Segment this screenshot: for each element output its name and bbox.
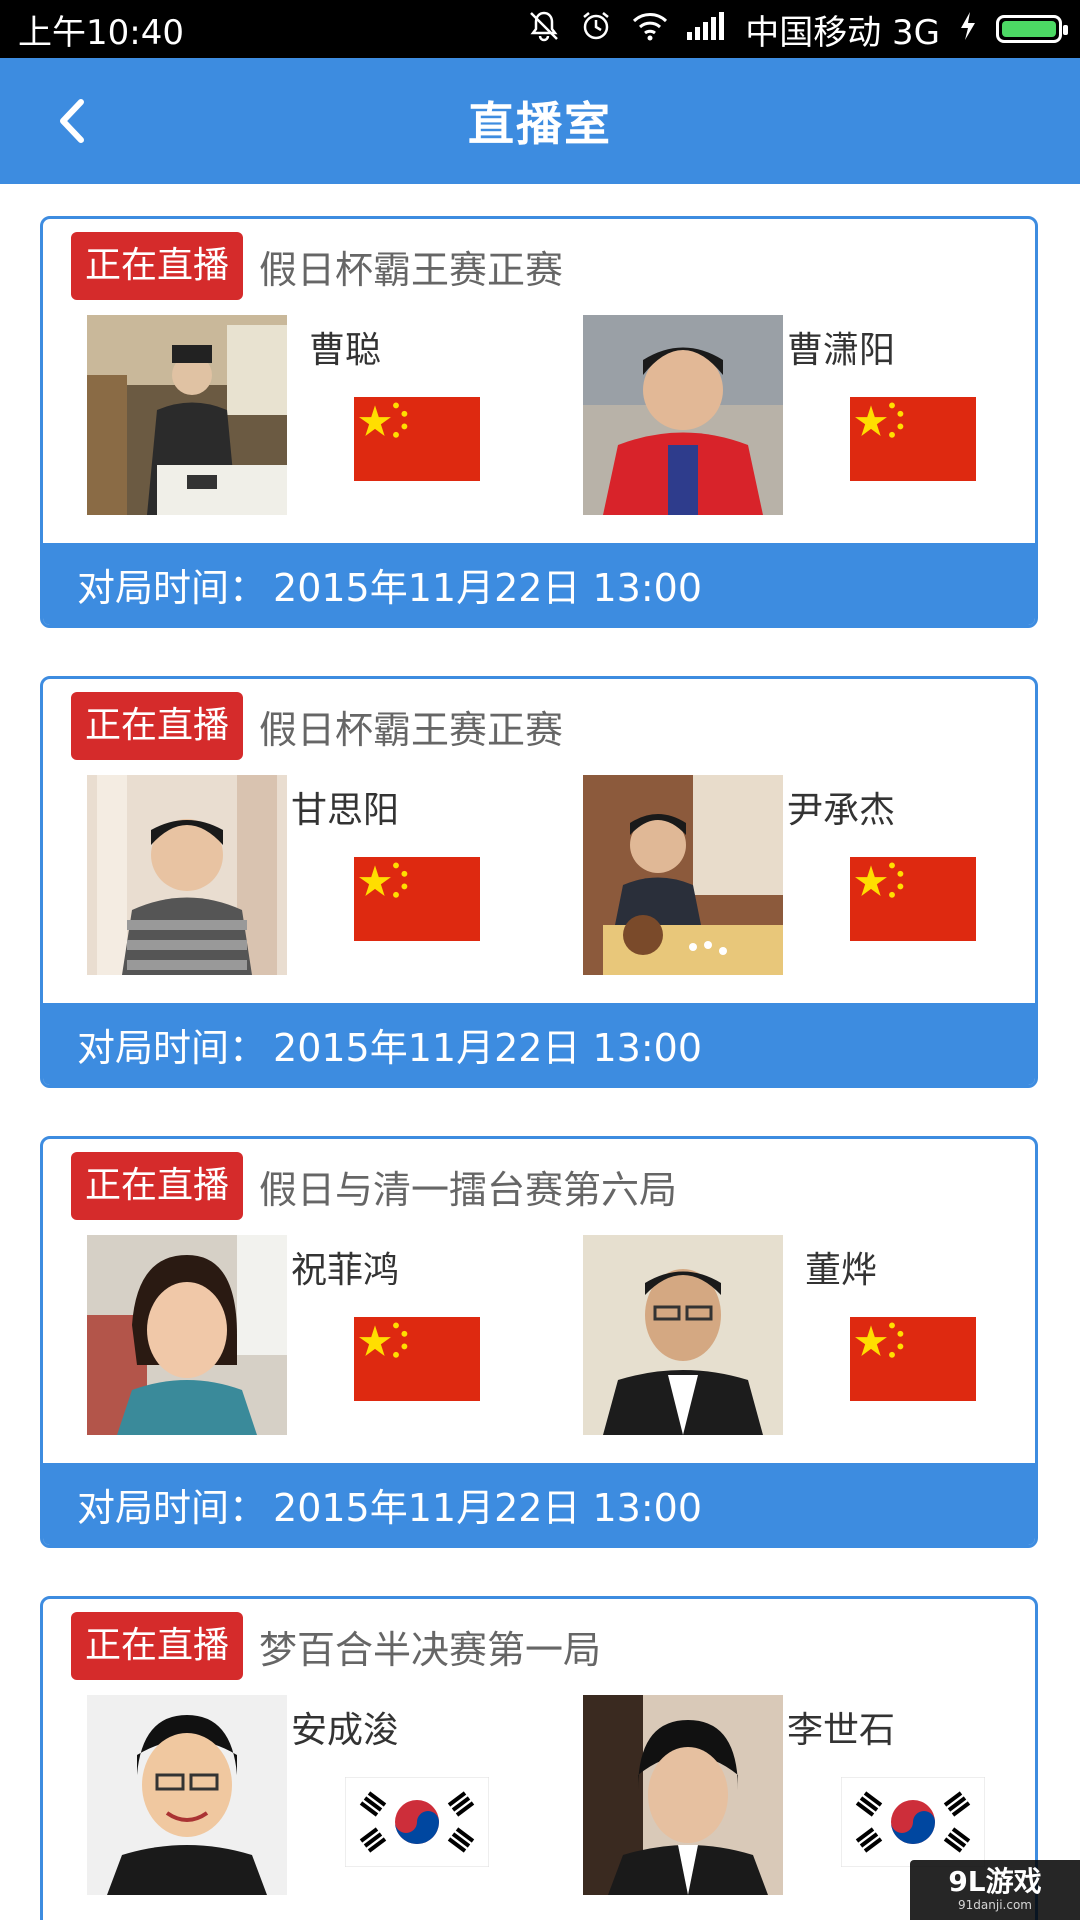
mute-icon: [527, 9, 561, 49]
chevron-left-icon: [60, 99, 84, 143]
china-flag-icon: [849, 397, 977, 481]
signal-icon: [687, 12, 727, 46]
china-flag-icon: [849, 857, 977, 941]
match-time-label: 对局时间：: [77, 1025, 268, 1070]
match-card[interactable]: 正在直播 假日杯霸王赛正赛 曹聪 曹潇阳 对局时间： 2015年11月22日 1…: [40, 216, 1038, 628]
china-flag-icon: [353, 397, 481, 481]
charging-icon: [958, 11, 978, 47]
china-flag-icon: [353, 1317, 481, 1401]
match-time-bar: 对局时间： 2015年11月22日 13:00: [43, 543, 1035, 625]
match-time-bar: 对局时间： 2015年11月22日 13:00: [43, 1003, 1035, 1085]
watermark-text: 9L游戏: [948, 1865, 1042, 1898]
page-title: 直播室: [468, 97, 612, 151]
match-card-header: 正在直播 假日杯霸王赛正赛: [71, 231, 563, 301]
korea-flag-icon: [344, 1776, 490, 1868]
player-name: 祝菲鸿: [290, 1250, 399, 1291]
player-name: 李世石: [786, 1710, 895, 1751]
match-time-bar: 对局时间： 2015年11月22日 13:00: [43, 1463, 1035, 1545]
china-flag-icon: [849, 1317, 977, 1401]
carrier-label: 中国移动 3G: [745, 12, 940, 53]
live-badge: 正在直播: [71, 232, 244, 300]
match-card[interactable]: 正在直播 假日杯霸王赛正赛 甘思阳 尹承杰 对局时间： 2015年11月22日 …: [40, 676, 1038, 1088]
match-card[interactable]: 正在直播 假日与清一擂台赛第六局 祝菲鸿 董烨 对局时间： 2015年11月22…: [40, 1136, 1038, 1548]
player-name: 曹潇阳: [786, 330, 895, 371]
match-card-header: 正在直播 假日杯霸王赛正赛: [71, 691, 563, 761]
match-card[interactable]: 正在直播 梦百合半决赛第一局 安成浚 李世石: [40, 1596, 1038, 1920]
match-time-label: 对局时间：: [77, 1485, 268, 1530]
watermark: 9L游戏 91danji.com: [910, 1860, 1080, 1920]
player-name: 曹聪: [308, 330, 381, 371]
status-bar: 上午10:40 中国移动 3G: [0, 0, 1080, 58]
wifi-icon: [631, 11, 669, 47]
status-time: 上午10:40: [18, 12, 184, 53]
korea-flag-icon: [840, 1776, 986, 1868]
player-name: 尹承杰: [786, 790, 895, 831]
live-badge: 正在直播: [71, 1152, 244, 1220]
match-card-header: 正在直播 假日与清一擂台赛第六局: [71, 1151, 677, 1221]
match-card-header: 正在直播 梦百合半决赛第一局: [71, 1611, 601, 1681]
match-time-value: 2015年11月22日 13:00: [273, 565, 703, 610]
back-button[interactable]: [38, 86, 108, 156]
player-name: 甘思阳: [290, 790, 399, 831]
player-name: 安成浚: [290, 1710, 399, 1751]
battery-icon: [996, 15, 1068, 43]
player-name: 董烨: [804, 1250, 877, 1291]
match-title: 假日与清一擂台赛第六局: [259, 1167, 678, 1212]
live-badge: 正在直播: [71, 1612, 244, 1680]
live-badge: 正在直播: [71, 692, 244, 760]
china-flag-icon: [353, 857, 481, 941]
match-title: 假日杯霸王赛正赛: [259, 707, 564, 752]
match-title: 假日杯霸王赛正赛: [259, 247, 564, 292]
match-list[interactable]: 正在直播 假日杯霸王赛正赛 曹聪 曹潇阳 对局时间： 2015年11月22日 1…: [0, 184, 1080, 1920]
alarm-icon: [579, 9, 613, 49]
title-bar: 直播室: [0, 58, 1080, 184]
match-time-value: 2015年11月22日 13:00: [273, 1025, 703, 1070]
match-title: 梦百合半决赛第一局: [259, 1627, 602, 1672]
match-time-value: 2015年11月22日 13:00: [273, 1485, 703, 1530]
match-time-label: 对局时间：: [77, 565, 268, 610]
watermark-url: 91danji.com: [958, 1898, 1032, 1912]
